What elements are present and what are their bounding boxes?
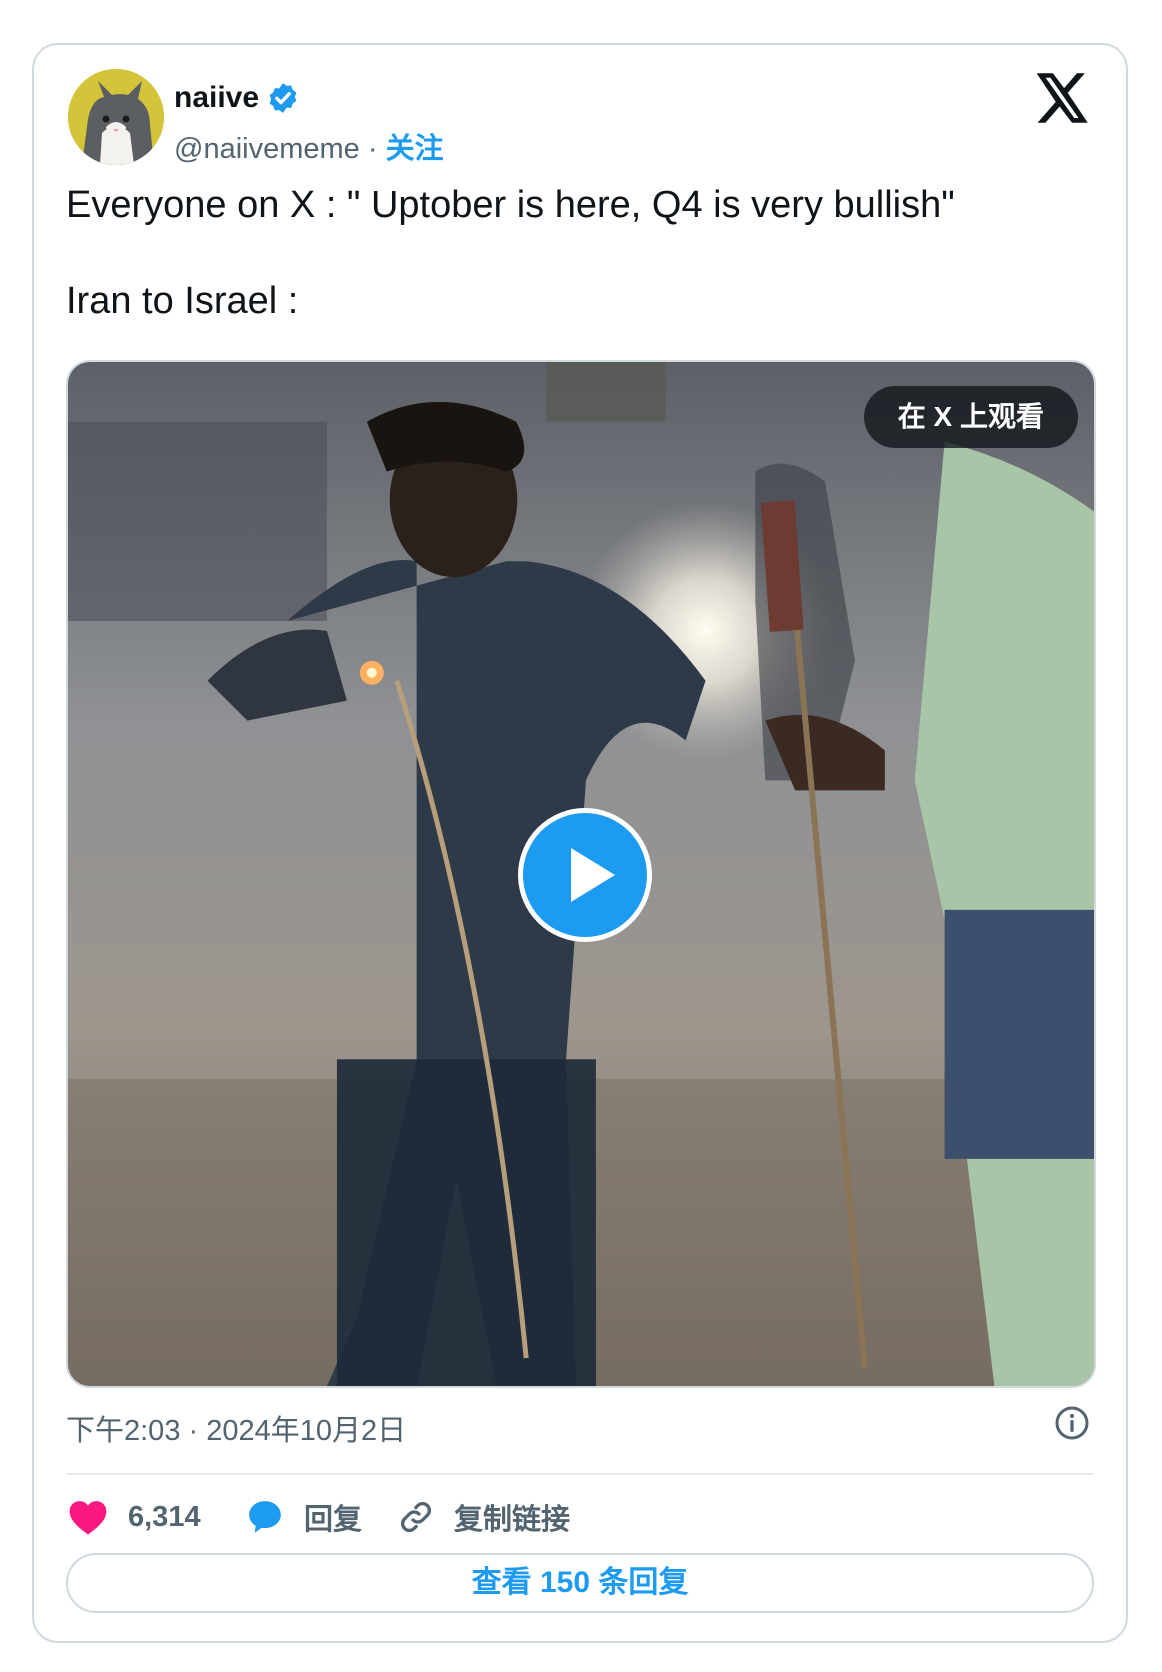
handle-separator: · — [367, 133, 378, 165]
follow-button[interactable]: 关注 — [386, 133, 444, 165]
author-avatar[interactable] — [68, 69, 164, 165]
play-icon — [571, 848, 615, 902]
like-button[interactable]: 6,314 — [68, 1493, 201, 1541]
link-icon — [401, 1502, 431, 1532]
reply-label: 回复 — [304, 1504, 363, 1536]
author-handle-row: @naiivememe · 关注 — [174, 125, 444, 167]
copy-link-label: 复制链接 — [454, 1504, 571, 1536]
tweet-card: naiive @naiivememe · 关注 Everyone on X : … — [32, 43, 1128, 1643]
post-text-line: Iran to Israel : — [66, 280, 299, 322]
author-name[interactable]: naiive — [174, 81, 259, 115]
author-handle[interactable]: @naiivememe — [174, 133, 360, 165]
reply-bubble-icon — [249, 1501, 281, 1533]
reply-button[interactable]: 回复 — [246, 1493, 362, 1541]
verified-badge-icon — [269, 83, 297, 113]
info-icon[interactable] — [1054, 1405, 1090, 1441]
watch-on-x-button[interactable]: 在 X 上观看 — [863, 386, 1078, 448]
post-text-line: Everyone on X : " Uptober is here, Q4 is… — [66, 184, 955, 226]
heart-icon — [69, 1501, 107, 1535]
copy-link-button[interactable]: 复制链接 — [398, 1493, 570, 1541]
post-timestamp[interactable]: 下午2:03 · 2024年10月2日 — [66, 1407, 406, 1449]
post-text: Everyone on X : " Uptober is here, Q4 is… — [66, 181, 1094, 325]
divider — [66, 1473, 1094, 1475]
x-logo-icon[interactable] — [1036, 73, 1090, 123]
like-count: 6,314 — [128, 1500, 201, 1533]
play-button[interactable] — [518, 808, 652, 942]
video-player[interactable]: 在 X 上观看 — [66, 360, 1096, 1388]
view-replies-button[interactable]: 查看 150 条回复 — [66, 1553, 1094, 1613]
